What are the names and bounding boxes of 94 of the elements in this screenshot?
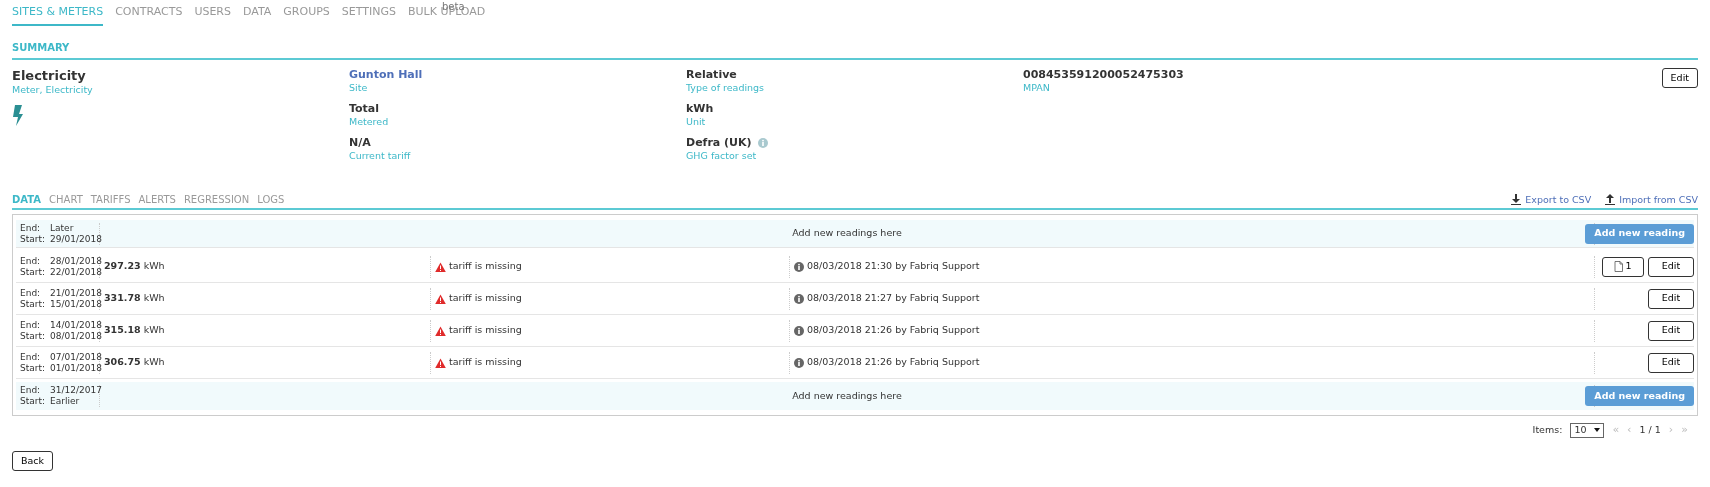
log-text: 08/03/2018 21:27 by Fabriq Support: [807, 291, 980, 306]
reading-value: 306.75 kWh: [103, 355, 166, 370]
export-link[interactable]: Export to CSV: [1511, 192, 1592, 207]
page-size-select[interactable]: 10: [1570, 422, 1605, 438]
edit-button[interactable]: Edit: [1648, 320, 1694, 341]
date-label: End:: [20, 351, 42, 363]
date-value: Later: [50, 222, 75, 234]
date-value: 31/12/2017: [50, 385, 102, 396]
nav-tab[interactable]: DATA: [243, 4, 272, 26]
date-value: 28/01/2018: [50, 255, 102, 267]
upload-icon: [1605, 194, 1616, 206]
info-icon: [794, 357, 804, 368]
attachment-button[interactable]: 1: [1602, 256, 1644, 277]
field-label: GHG factor set: [686, 150, 758, 162]
info-icon: [794, 325, 804, 336]
field-label: Metered: [349, 116, 390, 128]
page-indicator: 1 / 1: [1639, 423, 1661, 438]
field-label: Current tariff: [349, 150, 412, 162]
info-icon: [794, 261, 804, 272]
date-label: Start:: [20, 396, 46, 407]
date-label: Start:: [20, 266, 46, 278]
edit-button[interactable]: Edit: [1661, 68, 1698, 88]
field-label: Site: [349, 82, 369, 94]
date-value: 14/01/2018: [50, 319, 102, 331]
data-tab[interactable]: ALERTS: [138, 192, 176, 207]
field-label: MPAN: [1023, 82, 1051, 94]
warning-icon: [435, 325, 446, 336]
date-value: 29/01/2018: [50, 233, 102, 245]
site-link[interactable]: Gunton Hall: [349, 68, 686, 82]
date-value: 01/01/2018: [50, 362, 102, 374]
data-tab[interactable]: REGRESSION: [183, 192, 250, 207]
document-icon: [1614, 261, 1625, 272]
date-value: 07/01/2018: [50, 351, 102, 363]
data-tab[interactable]: DATA: [12, 192, 42, 207]
meter-type: Meter, Electricity: [12, 84, 94, 96]
items-label: Items:: [1532, 423, 1563, 438]
date-value: 22/01/2018: [50, 266, 102, 278]
date-label: End:: [20, 385, 42, 396]
log-text: 08/03/2018 21:26 by Fabriq Support: [807, 323, 980, 338]
info-icon: [794, 293, 804, 304]
lightning-icon: [12, 104, 24, 127]
warning-text: tariff is missing: [449, 323, 522, 338]
caret-icon: [1594, 428, 1601, 433]
reading-value: 331.78 kWh: [103, 291, 166, 306]
import-link[interactable]: Import from CSV: [1605, 192, 1698, 207]
nav-tab[interactable]: SITES & METERS: [12, 4, 104, 26]
meter-name: Electricity: [12, 68, 87, 84]
data-tab[interactable]: TARIFFS: [90, 192, 131, 207]
field-value: Total: [349, 102, 381, 116]
back-button[interactable]: Back: [12, 450, 54, 471]
hint-text: Add new readings here: [791, 388, 903, 403]
warning-text: tariff is missing: [449, 291, 522, 306]
data-tab[interactable]: CHART: [49, 192, 83, 207]
reading-value: 297.23 kWh: [103, 259, 166, 274]
nav-tab[interactable]: CONTRACTS: [115, 4, 183, 26]
warning-icon: [435, 293, 446, 304]
field-label: Type of readings: [686, 82, 766, 94]
hint-text: Add new readings here: [791, 226, 903, 241]
field-value: N/A: [349, 136, 372, 150]
field-value: Relative: [686, 68, 738, 82]
edit-button[interactable]: Edit: [1648, 256, 1694, 277]
date-label: End:: [20, 222, 42, 234]
log-text: 08/03/2018 21:30 by Fabriq Support: [807, 259, 980, 274]
nav-tab[interactable]: SETTINGS: [341, 4, 396, 26]
warning-text: tariff is missing: [449, 259, 522, 274]
nav-tab[interactable]: GROUPS: [283, 4, 330, 26]
warning-icon: [435, 261, 446, 272]
warning-icon: [435, 357, 446, 368]
add-reading-button[interactable]: Add new reading: [1585, 386, 1694, 406]
field-value: Defra (UK): [686, 136, 752, 150]
date-label: Start:: [20, 298, 46, 310]
section-heading: SUMMARY: [12, 40, 1698, 60]
field-label: Unit: [686, 116, 707, 128]
edit-button[interactable]: Edit: [1648, 352, 1694, 373]
field-value: kWh: [686, 102, 715, 116]
download-icon: [1511, 194, 1522, 206]
date-label: End:: [20, 319, 42, 331]
date-value: 15/01/2018: [50, 298, 102, 310]
date-value: 08/01/2018: [50, 330, 102, 342]
reading-value: 315.18 kWh: [103, 323, 166, 338]
data-tab[interactable]: LOGS: [257, 192, 285, 207]
date-label: Start:: [20, 233, 46, 245]
log-text: 08/03/2018 21:26 by Fabriq Support: [807, 355, 980, 370]
date-label: Start:: [20, 362, 46, 374]
add-reading-button[interactable]: Add new reading: [1585, 223, 1694, 244]
date-value: Earlier: [50, 396, 81, 407]
date-label: End:: [20, 287, 42, 299]
date-label: End:: [20, 255, 42, 267]
edit-button[interactable]: Edit: [1648, 288, 1694, 309]
date-label: Start:: [20, 330, 46, 342]
date-value: 21/01/2018: [50, 287, 102, 299]
field-value: 008453591200052475303: [1023, 68, 1185, 82]
nav-tab[interactable]: USERS: [194, 4, 231, 26]
warning-text: tariff is missing: [449, 355, 522, 370]
